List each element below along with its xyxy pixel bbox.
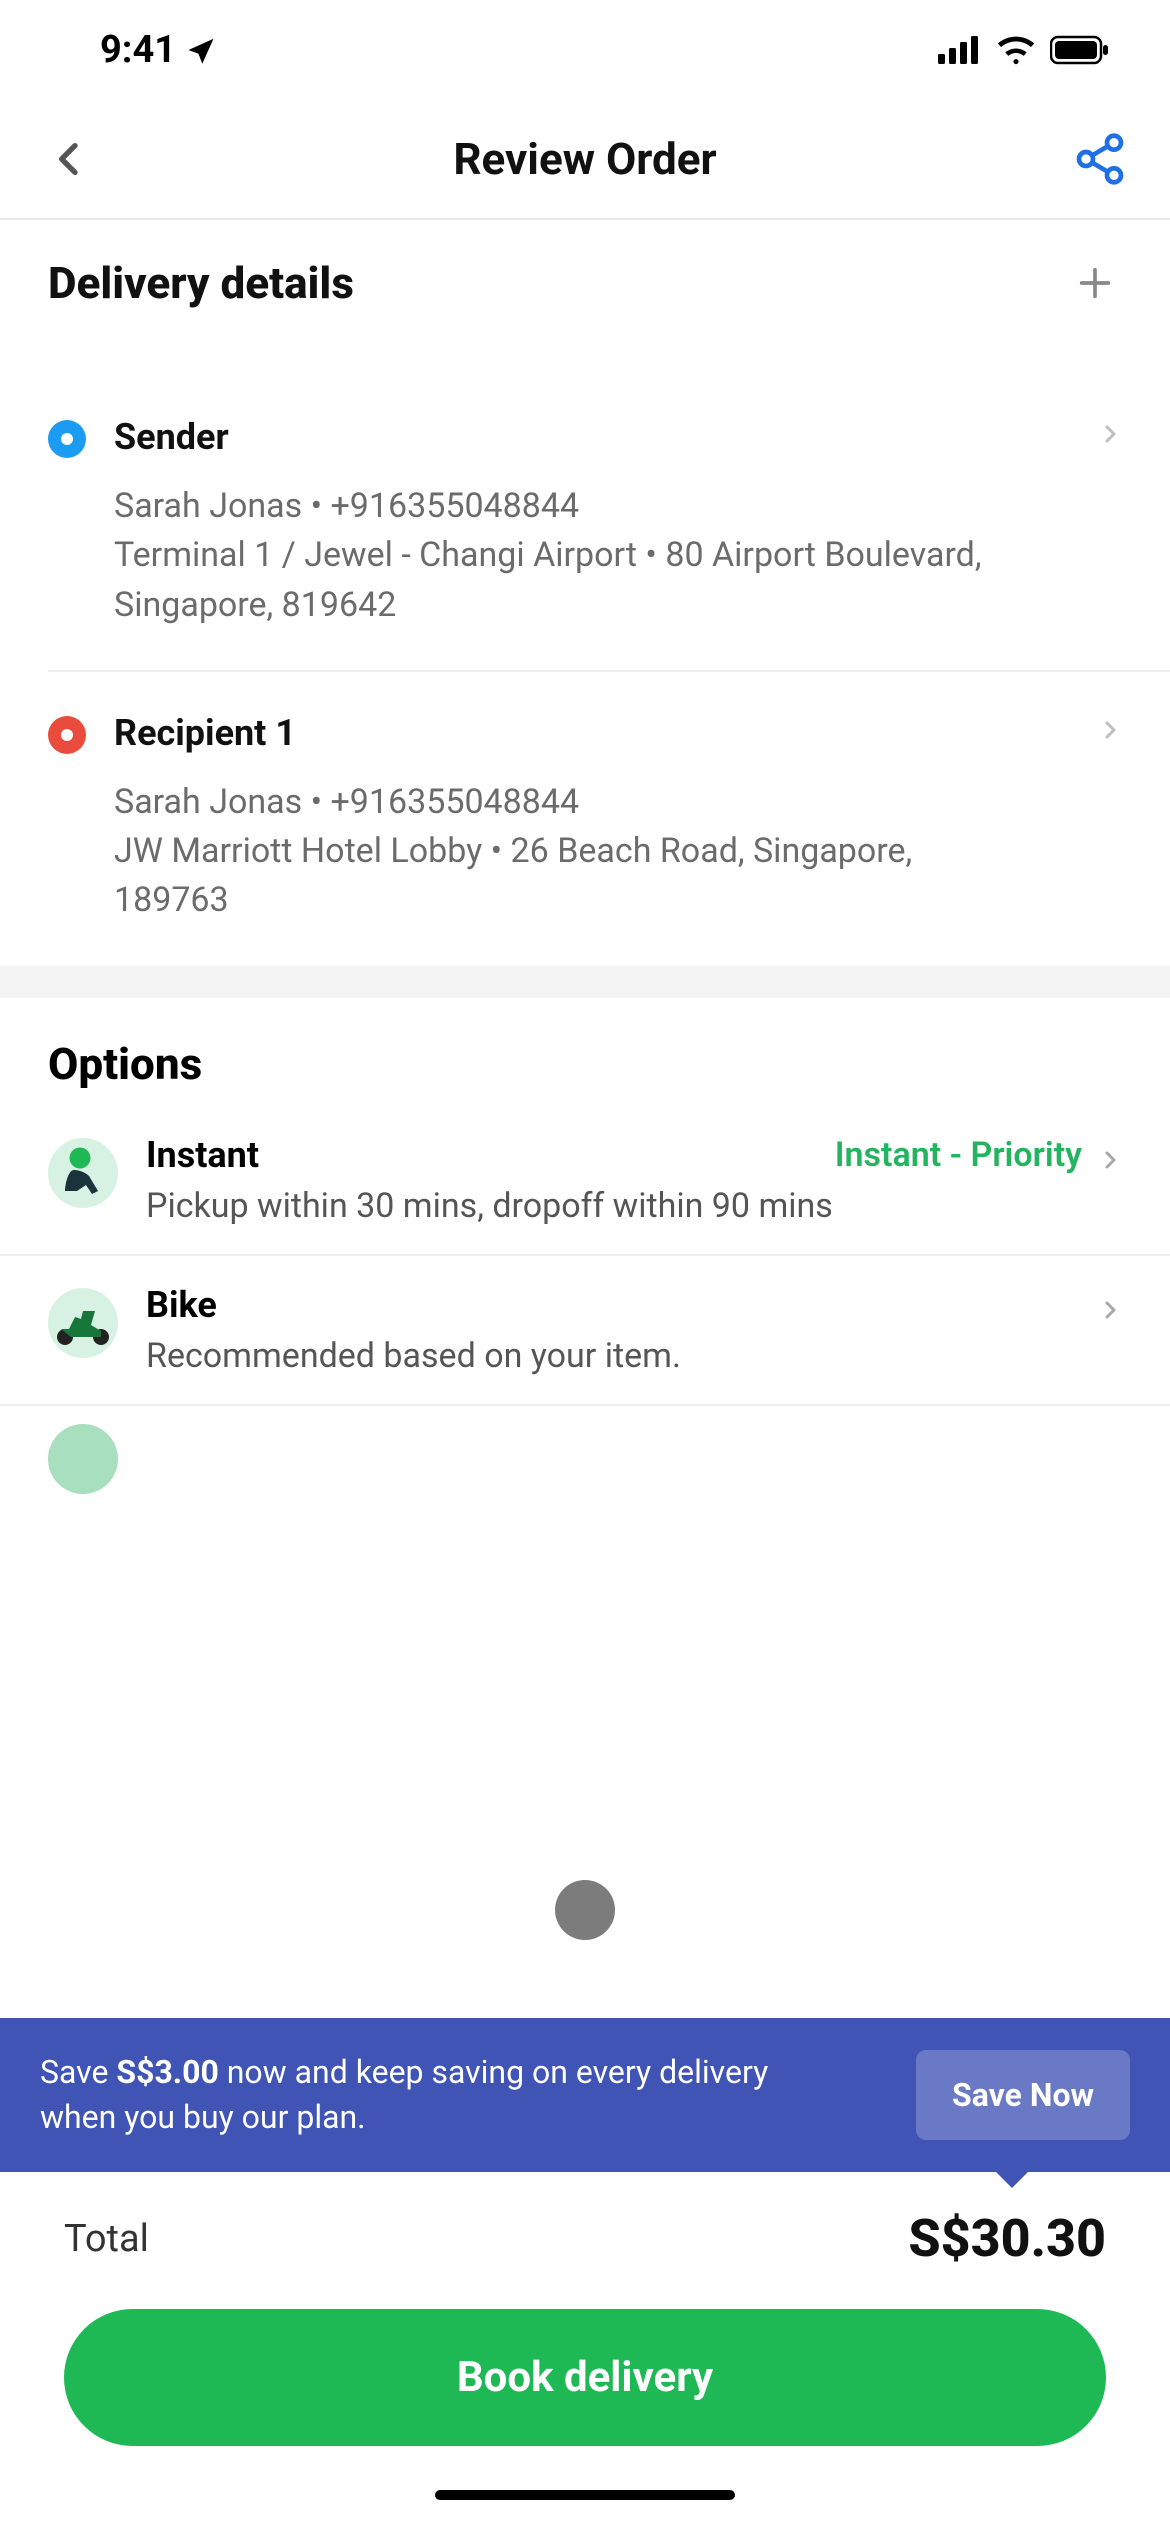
sender-label: Sender (114, 416, 1122, 458)
promo-prefix: Save (40, 2053, 116, 2091)
chevron-right-icon (1098, 1292, 1122, 1332)
plus-icon (1075, 263, 1115, 303)
nav-bar: Review Order (0, 100, 1170, 220)
status-time: 9:41 (100, 28, 176, 72)
option-vehicle[interactable]: Bike Recommended based on your item. (0, 1256, 1170, 1406)
promo-amount: S$3.00 (116, 2053, 218, 2091)
share-button[interactable] (1070, 129, 1130, 189)
cellular-icon (938, 36, 982, 64)
wifi-icon (996, 35, 1036, 65)
options-section: Options Instant Instant - Priority Picku… (0, 998, 1170, 1494)
home-indicator (435, 2490, 735, 2500)
battery-icon (1050, 35, 1110, 65)
option-next-icon (48, 1424, 118, 1494)
location-arrow-icon (186, 35, 216, 65)
back-button[interactable] (40, 129, 100, 189)
chevron-left-icon (50, 133, 90, 185)
sender-row[interactable]: Sender Sarah Jonas • +916355048844 Termi… (0, 376, 1170, 670)
option-vehicle-desc: Recommended based on your item. (146, 1336, 1122, 1376)
option-instant-tag: Instant - Priority (835, 1135, 1082, 1175)
option-vehicle-name: Bike (146, 1284, 217, 1326)
book-delivery-button[interactable]: Book delivery (64, 2309, 1106, 2446)
sender-bullet-icon (48, 420, 86, 458)
status-time-group: 9:41 (100, 28, 216, 72)
status-bar: 9:41 (0, 0, 1170, 100)
save-now-button[interactable]: Save Now (916, 2050, 1130, 2140)
recipient-contact: Sarah Jonas • +916355048844 (114, 778, 1014, 827)
chevron-right-icon (1098, 416, 1122, 456)
promo-banner: Save S$3.00 now and keep saving on every… (0, 2018, 1170, 2172)
recipient-address: JW Marriott Hotel Lobby • 26 Beach Road,… (114, 827, 1014, 926)
status-indicators (938, 35, 1110, 65)
sender-contact: Sarah Jonas • +916355048844 (114, 482, 1014, 531)
option-instant-desc: Pickup within 30 mins, dropoff within 90… (146, 1186, 1122, 1226)
chevron-right-icon (1098, 1142, 1122, 1182)
total-value: S$30.30 (908, 2208, 1106, 2269)
rider-icon (48, 1138, 118, 1208)
total-label: Total (64, 2217, 149, 2261)
sender-address: Terminal 1 / Jewel - Changi Airport • 80… (114, 531, 1014, 630)
add-stop-button[interactable] (1068, 256, 1122, 310)
bike-icon (48, 1288, 118, 1358)
recipient-label: Recipient 1 (114, 712, 1122, 754)
delivery-details-title: Delivery details (48, 257, 354, 309)
options-title: Options (0, 998, 1170, 1106)
page-title: Review Order (453, 133, 716, 185)
promo-text: Save S$3.00 now and keep saving on every… (40, 2050, 820, 2140)
recipient-bullet-icon (48, 716, 86, 754)
recipient-row[interactable]: Recipient 1 Sarah Jonas • +916355048844 … (48, 670, 1170, 966)
chevron-right-icon (1098, 712, 1122, 752)
delivery-details-section: Delivery details Sender Sarah Jonas • +9… (0, 220, 1170, 966)
share-icon (1072, 131, 1128, 187)
option-instant-name: Instant (146, 1134, 259, 1176)
option-instant[interactable]: Instant Instant - Priority Pickup within… (0, 1106, 1170, 1256)
checkout-footer: Total S$30.30 Book delivery (0, 2172, 1170, 2532)
